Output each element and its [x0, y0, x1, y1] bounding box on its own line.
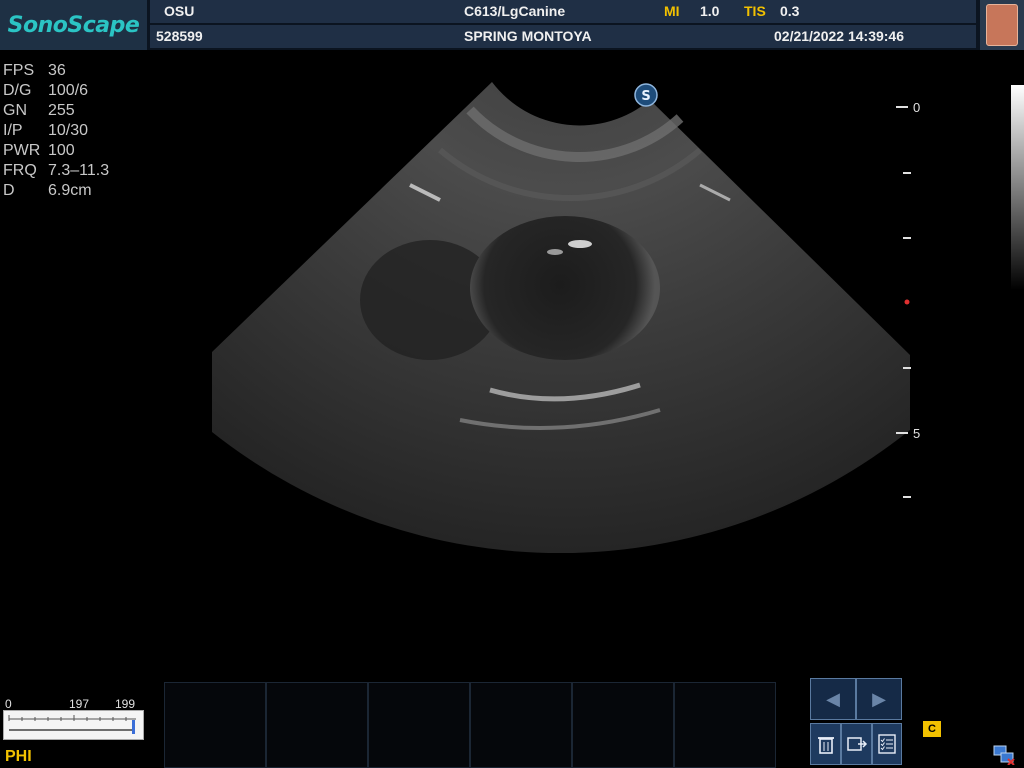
param-key: FPS: [3, 62, 35, 79]
param-gn: GN 255: [3, 101, 109, 121]
header-row-patient: 528599 SPRING MONTOYA 02/21/2022 14:39:4…: [150, 25, 976, 48]
param-pwr: PWR 100: [3, 141, 109, 161]
probe-preset: C613/LgCanine: [464, 3, 566, 19]
cine-thumbnail[interactable]: [572, 682, 674, 768]
next-icon: ▶: [872, 688, 886, 709]
cine-thumbnail[interactable]: [674, 682, 776, 768]
depth-label-5: 5: [913, 426, 921, 441]
param-depth: D 6.9cm: [3, 181, 109, 201]
param-key: I/P: [3, 122, 23, 139]
patient-id: 528599: [156, 28, 203, 44]
imaging-parameters: FPS 36 D/G 100/6 GN 255 I/P 10/30 PWR 100 FRQ…: [3, 61, 109, 201]
param-value: 7.3–11.3: [48, 162, 110, 179]
param-fps: FPS 36: [3, 61, 109, 81]
depth-tick: [903, 237, 911, 239]
delete-button[interactable]: [810, 723, 841, 765]
cine-slider[interactable]: [3, 710, 144, 740]
prev-icon: ◀: [826, 688, 840, 709]
grayscale-bar: [1011, 85, 1024, 290]
preset-thumbnail-icon[interactable]: [980, 0, 1024, 50]
trash-icon: [817, 737, 834, 754]
param-key: D: [3, 182, 15, 199]
prev-button[interactable]: ◀: [810, 678, 856, 720]
tis-label: TIS: [744, 3, 766, 19]
param-dg: D/G 100/6: [3, 81, 109, 101]
mi-value: 1.0: [700, 3, 720, 19]
mode-label: PHI: [5, 748, 32, 765]
param-key: D/G: [3, 82, 32, 99]
cine-thumbnail[interactable]: [266, 682, 368, 768]
svg-text:S: S: [641, 89, 650, 104]
next-button[interactable]: ▶: [856, 678, 902, 720]
param-value: 100: [48, 142, 75, 159]
param-value: 36: [48, 62, 66, 79]
network-icon[interactable]: [993, 745, 1015, 765]
param-key: PWR: [3, 142, 41, 159]
cine-end: 199: [115, 697, 136, 711]
depth-tick: [903, 172, 911, 174]
depth-label-0: 0: [913, 100, 921, 115]
cine-thumbnail[interactable]: [368, 682, 470, 768]
exam-datetime: 02/21/2022 14:39:46: [774, 28, 904, 44]
mi-label: MI: [664, 3, 680, 19]
brand-logo-text: SonoScape: [7, 12, 140, 38]
param-key: GN: [3, 102, 27, 119]
param-frq: FRQ 7.3–11.3: [3, 161, 109, 181]
tis-value: 0.3: [780, 3, 800, 19]
depth-tick: [903, 367, 911, 369]
param-value: 10/30: [48, 122, 89, 139]
checklist-icon: [878, 734, 896, 754]
depth-tick: [903, 496, 911, 498]
checklist-button[interactable]: [872, 723, 902, 765]
export-icon: [846, 737, 867, 751]
cine-thumbnail[interactable]: [164, 682, 266, 768]
cine-slider-track: [8, 715, 136, 734]
cine-slider-handle: [132, 720, 135, 734]
focus-marker: [904, 299, 910, 305]
param-ip: I/P 10/30: [3, 121, 109, 141]
export-button[interactable]: [841, 723, 872, 765]
header-row-exam: OSU C613/LgCanine MI 1.0 TIS 0.3: [150, 0, 976, 23]
param-value: 255: [48, 102, 75, 119]
institution-name: OSU: [164, 3, 195, 19]
patient-name: SPRING MONTOYA: [464, 28, 592, 44]
cine-current: 197: [69, 697, 90, 711]
header-bar: SonoScape OSU C613/LgCanine MI 1.0 TIS 0…: [0, 0, 1024, 50]
brand-logo: SonoScape: [0, 0, 147, 50]
ultrasound-image: S: [212, 82, 910, 554]
cine-icon[interactable]: C: [923, 721, 941, 737]
cine-thumbnail[interactable]: [470, 682, 572, 768]
cine-start: 0: [5, 697, 12, 711]
depth-tick: [896, 432, 908, 434]
param-value: 100/6: [48, 82, 89, 99]
depth-tick: [896, 106, 908, 108]
param-key: FRQ: [3, 162, 37, 179]
param-value: 6.9cm: [48, 182, 92, 199]
